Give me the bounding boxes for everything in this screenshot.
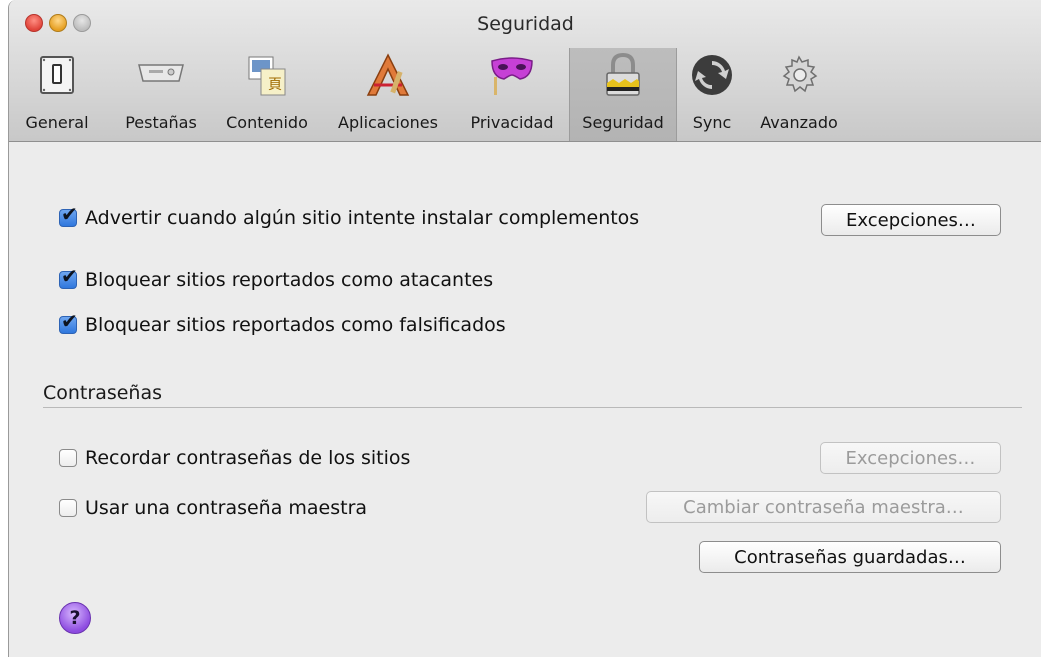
tab-avanzado[interactable]: Avanzado xyxy=(751,48,847,141)
check-icon: ✔ xyxy=(61,264,78,288)
content-icon: 頁 xyxy=(243,51,291,99)
tab-label: Sync xyxy=(692,113,732,132)
tab-label: Aplicaciones xyxy=(338,113,438,132)
remember-passwords-checkbox[interactable] xyxy=(59,449,77,467)
help-icon: ? xyxy=(69,607,81,629)
block-forgery-checkbox[interactable]: ✔ xyxy=(59,311,78,334)
advanced-gear-icon xyxy=(775,51,823,99)
tab-label: Seguridad xyxy=(582,113,664,132)
block-forgery-option[interactable]: ✔ Bloquear sitios reportados como falsif… xyxy=(59,311,506,336)
tab-general[interactable]: General xyxy=(9,48,105,141)
sync-icon xyxy=(688,51,736,99)
help-button[interactable]: ? xyxy=(59,602,91,634)
tab-label: Avanzado xyxy=(760,113,838,132)
tab-label: Pestañas xyxy=(125,113,197,132)
general-switch-icon xyxy=(33,51,81,99)
tab-label: Privacidad xyxy=(470,113,554,132)
window-title: Seguridad xyxy=(477,13,574,35)
privacy-mask-icon xyxy=(488,51,536,99)
block-forgery-label: Bloquear sitios reportados como falsific… xyxy=(85,314,506,336)
password-exceptions-button[interactable]: Excepciones… xyxy=(820,442,1001,474)
addon-exceptions-button[interactable]: Excepciones… xyxy=(821,204,1001,236)
tab-seguridad[interactable]: Seguridad xyxy=(569,48,677,141)
block-attack-checkbox[interactable]: ✔ xyxy=(59,266,78,289)
security-lock-icon xyxy=(599,51,647,99)
saved-passwords-button[interactable]: Contraseñas guardadas… xyxy=(699,541,1001,573)
tab-label: General xyxy=(25,113,89,132)
svg-text:頁: 頁 xyxy=(268,77,282,93)
check-icon: ✔ xyxy=(61,202,78,226)
warn-addons-label: Advertir cuando algún sitio intente inst… xyxy=(85,207,640,229)
tabs-icon xyxy=(137,51,185,99)
passwords-section-title: Contraseñas xyxy=(43,382,163,404)
tab-aplicaciones[interactable]: Aplicaciones xyxy=(325,48,451,141)
preferences-window: Seguridad General Pestañas 頁 Contenido A… xyxy=(8,0,1041,657)
master-password-label: Usar una contraseña maestra xyxy=(85,497,368,519)
tab-sync[interactable]: Sync xyxy=(681,48,743,141)
tab-privacidad[interactable]: Privacidad xyxy=(459,48,565,141)
block-attack-option[interactable]: ✔ Bloquear sitios reportados como atacan… xyxy=(59,266,494,291)
check-icon: ✔ xyxy=(61,309,78,333)
master-password-checkbox[interactable] xyxy=(59,499,77,517)
tab-pestanas[interactable]: Pestañas xyxy=(113,48,209,141)
warn-addons-checkbox[interactable]: ✔ xyxy=(59,204,78,227)
tab-contenido[interactable]: 頁 Contenido xyxy=(217,48,317,141)
warn-addons-option[interactable]: ✔ Advertir cuando algún sitio intente in… xyxy=(59,204,640,229)
remember-passwords-option[interactable]: Recordar contraseñas de los sitios xyxy=(59,447,410,469)
tab-label: Contenido xyxy=(226,113,308,132)
remember-passwords-label: Recordar contraseñas de los sitios xyxy=(85,447,411,469)
section-divider xyxy=(43,407,1022,408)
toolbar: Seguridad General Pestañas 頁 Contenido A… xyxy=(9,0,1041,142)
master-password-option[interactable]: Usar una contraseña maestra xyxy=(59,497,367,519)
applications-icon xyxy=(364,51,412,99)
block-attack-label: Bloquear sitios reportados como atacante… xyxy=(85,269,494,291)
change-master-password-button[interactable]: Cambiar contraseña maestra… xyxy=(646,491,1001,523)
